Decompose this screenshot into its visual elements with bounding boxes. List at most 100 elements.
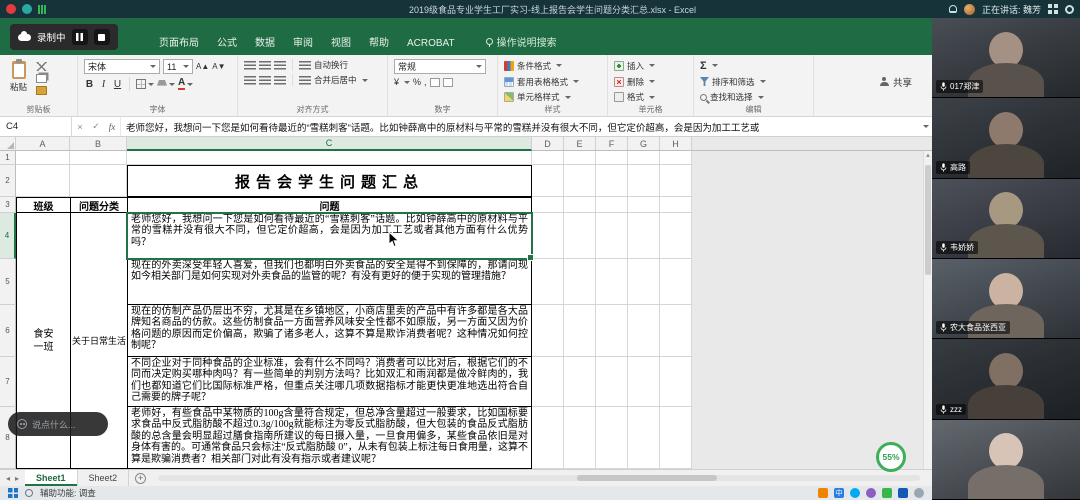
- participant-video[interactable]: 高路: [932, 98, 1080, 178]
- question-cell[interactable]: 现在的外卖深受年轻人喜爱，但我们也都明白外卖食品的安全是得不到保障的，那请问现如…: [128, 259, 531, 305]
- tray-icon-3[interactable]: [866, 488, 876, 498]
- vertical-scrollbar[interactable]: ▲: [923, 151, 932, 469]
- cell[interactable]: [532, 407, 564, 469]
- format-as-table-button[interactable]: 套用表格格式: [504, 75, 601, 89]
- cell[interactable]: [564, 407, 596, 469]
- cell[interactable]: [596, 151, 628, 165]
- column-header-f[interactable]: F: [596, 137, 628, 151]
- cell[interactable]: [532, 357, 564, 407]
- cell[interactable]: [628, 213, 660, 259]
- stop-recording-button[interactable]: [94, 29, 110, 45]
- cell[interactable]: [564, 197, 596, 213]
- column-header-a[interactable]: A: [16, 137, 70, 151]
- share-button[interactable]: 共享: [880, 75, 912, 89]
- decrease-font-icon[interactable]: A▼: [212, 60, 225, 74]
- participant-video[interactable]: 017郑津: [932, 18, 1080, 98]
- cell[interactable]: [628, 165, 660, 197]
- cell[interactable]: [660, 259, 692, 305]
- column-header-d[interactable]: D: [532, 137, 564, 151]
- enter-icon[interactable]: ✓: [88, 117, 104, 136]
- user-avatar[interactable]: [964, 4, 975, 15]
- column-header-g[interactable]: G: [628, 137, 660, 151]
- ime-icon[interactable]: 中: [834, 488, 844, 498]
- wrap-text-icon[interactable]: [299, 61, 311, 70]
- row-header-3[interactable]: 3: [0, 197, 16, 213]
- row-header-4[interactable]: 4: [0, 213, 16, 259]
- cell[interactable]: [628, 259, 660, 305]
- question-cell[interactable]: 老师您好，我想问一下您是如何看待最近的“雪糕刺客”话题。比如钟薛高中的原材料与平…: [128, 213, 531, 259]
- horizontal-scrollbar[interactable]: [158, 475, 920, 481]
- cell[interactable]: [564, 259, 596, 305]
- cut-icon[interactable]: [36, 62, 47, 71]
- cell[interactable]: [532, 259, 564, 305]
- tray-icon-4[interactable]: [882, 488, 892, 498]
- row-header-2[interactable]: 2: [0, 165, 16, 197]
- tab-review[interactable]: 审阅: [284, 30, 322, 55]
- align-top-icon[interactable]: [244, 61, 256, 70]
- column-header-h[interactable]: H: [660, 137, 692, 151]
- comma-format-button[interactable]: ,: [424, 77, 427, 87]
- scroll-up-icon[interactable]: ▲: [924, 153, 932, 159]
- cell[interactable]: [16, 151, 70, 165]
- cell[interactable]: [532, 197, 564, 213]
- cell-styles-button[interactable]: 单元格样式: [504, 90, 601, 104]
- tab-help[interactable]: 帮助: [360, 30, 398, 55]
- cell[interactable]: [660, 407, 692, 469]
- pause-recording-button[interactable]: [72, 29, 88, 45]
- question-cell[interactable]: 不同企业对于同种食品的企业标准，会有什么不同吗？消费者可以比对后，根据它们的不同…: [128, 357, 531, 407]
- cell[interactable]: [564, 305, 596, 357]
- find-select-button[interactable]: 查找和选择: [700, 90, 807, 104]
- cell[interactable]: [564, 213, 596, 259]
- align-center-icon[interactable]: [259, 76, 271, 85]
- tray-icon-5[interactable]: [898, 488, 908, 498]
- chat-input[interactable]: 说点什么...: [8, 412, 108, 436]
- tab-view[interactable]: 视图: [322, 30, 360, 55]
- cell[interactable]: [596, 165, 628, 197]
- formula-input[interactable]: 老师您好，我想问一下您是如何看待最近的“雪糕刺客”话题。比如钟薛高中的原材料与平…: [120, 117, 918, 136]
- font-name-select[interactable]: 宋体: [84, 59, 160, 74]
- wrap-text-label[interactable]: 自动换行: [314, 59, 348, 71]
- cell[interactable]: [596, 213, 628, 259]
- increase-font-icon[interactable]: A▲: [196, 60, 209, 74]
- sheet-next-icon[interactable]: ▸: [15, 474, 19, 483]
- cell[interactable]: [660, 213, 692, 259]
- merge-center-label[interactable]: 合并后居中: [314, 74, 357, 86]
- cell[interactable]: [628, 197, 660, 213]
- number-format-select[interactable]: 常规: [394, 59, 486, 74]
- tell-me-search[interactable]: 操作说明搜索: [486, 34, 557, 55]
- cell[interactable]: [660, 357, 692, 407]
- tray-icon-1[interactable]: [818, 488, 828, 498]
- format-painter-icon[interactable]: [36, 86, 47, 95]
- insert-cells-button[interactable]: 插入: [614, 59, 687, 73]
- align-bottom-icon[interactable]: [274, 61, 286, 70]
- cell[interactable]: [596, 357, 628, 407]
- borders-button[interactable]: [136, 77, 154, 91]
- cell[interactable]: [596, 407, 628, 469]
- layout-grid-icon[interactable]: [1048, 4, 1058, 14]
- column-header-e[interactable]: E: [564, 137, 596, 151]
- sheet-prev-icon[interactable]: ◂: [6, 474, 10, 483]
- tray-icon-2[interactable]: [850, 488, 860, 498]
- cell[interactable]: [596, 305, 628, 357]
- align-right-icon[interactable]: [274, 76, 286, 85]
- row-header-6[interactable]: 6: [0, 305, 16, 357]
- cell[interactable]: [564, 151, 596, 165]
- tab-page-layout[interactable]: 页面布局: [150, 30, 208, 55]
- merge-center-icon[interactable]: [299, 76, 311, 85]
- select-all-corner[interactable]: [0, 137, 16, 151]
- search-circle-icon[interactable]: [25, 489, 33, 497]
- cell[interactable]: [596, 197, 628, 213]
- camera-icon[interactable]: [22, 4, 32, 14]
- tab-formulas[interactable]: 公式: [208, 30, 246, 55]
- tab-data[interactable]: 数据: [246, 30, 284, 55]
- start-icon[interactable]: [8, 488, 18, 498]
- bell-icon[interactable]: [949, 5, 957, 13]
- delete-cells-button[interactable]: 删除: [614, 75, 687, 89]
- column-header-c[interactable]: C: [127, 137, 532, 151]
- font-size-select[interactable]: 11: [163, 59, 193, 74]
- participant-video[interactable]: 农大食品张西亚: [932, 259, 1080, 339]
- cell[interactable]: [628, 407, 660, 469]
- cell[interactable]: [660, 165, 692, 197]
- bold-button[interactable]: B: [84, 77, 95, 91]
- cell[interactable]: [532, 151, 564, 165]
